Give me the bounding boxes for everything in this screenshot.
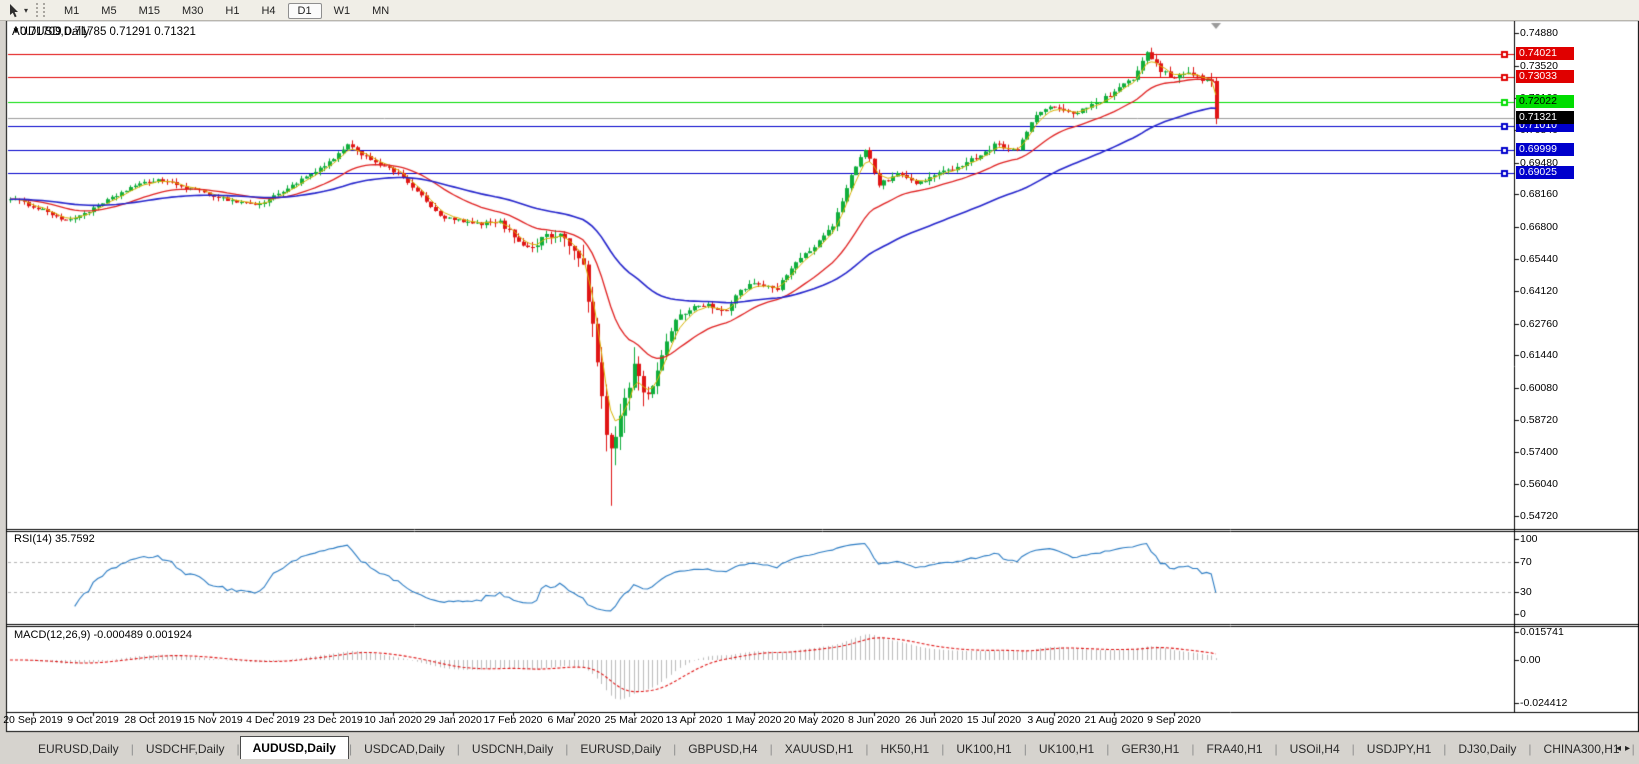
timeframe-button-m1[interactable]: M1 xyxy=(54,3,89,19)
chart-tab-uk100-h1[interactable]: UK100,H1 xyxy=(944,739,1023,759)
chart-tabs: EURUSD,Daily | USDCHF,Daily | AUDUSD,Daily | U… xyxy=(26,736,1639,759)
chart-tab-ger30-h1[interactable]: GER30,H1 xyxy=(1109,739,1191,759)
toolbar-grip-handle[interactable] xyxy=(36,3,46,17)
timeframe-button-m30[interactable]: M30 xyxy=(172,3,213,19)
tab-scroll-arrows[interactable]: ◂▸ xyxy=(1616,743,1634,754)
tab-scroll-right-icon[interactable]: ▸ xyxy=(1625,743,1634,754)
chart-canvas[interactable] xyxy=(0,0,1639,764)
chart-tab-hk50-h1[interactable]: HK50,H1 xyxy=(869,739,942,759)
chart-tab-eurusd-daily[interactable]: EURUSD,Daily xyxy=(568,739,673,759)
chart-tab-audusd-daily[interactable]: AUDUSD,Daily xyxy=(239,736,349,759)
timeframe-button-h1[interactable]: H1 xyxy=(215,3,249,19)
chart-tab-usoil-h1[interactable]: USOil,H1 xyxy=(1635,739,1639,759)
chart-tab-uk100-h1[interactable]: UK100,H1 xyxy=(1027,739,1106,759)
timeframe-button-m5[interactable]: M5 xyxy=(91,3,126,19)
chart-tab-gbpusd-h4[interactable]: GBPUSD,H4 xyxy=(676,739,769,759)
chart-tab-eurusd-daily[interactable]: EURUSD,Daily xyxy=(26,739,131,759)
chart-tab-usdcad-daily[interactable]: USDCAD,Daily xyxy=(352,739,457,759)
timeframe-button-w1[interactable]: W1 xyxy=(324,3,361,19)
tab-scroll-left-icon[interactable]: ◂ xyxy=(1616,743,1625,754)
timeframe-toolbar: ▾ M1 M5 M15 M30 H1 H4 D1 W1 MN xyxy=(0,0,1639,21)
chart-tab-xauusd-h1[interactable]: XAUUSD,H1 xyxy=(773,739,866,759)
cursor-tool-icon[interactable] xyxy=(4,2,24,18)
dropdown-arrow-icon[interactable]: ▾ xyxy=(24,6,28,15)
chart-tab-usdcnh-daily[interactable]: USDCNH,Daily xyxy=(460,739,565,759)
timeframe-buttons: M1 M5 M15 M30 H1 H4 D1 W1 MN xyxy=(53,1,400,19)
timeframe-button-mn[interactable]: MN xyxy=(362,3,399,19)
chart-tab-fra40-h1[interactable]: FRA40,H1 xyxy=(1194,739,1274,759)
chart-tab-bar: EURUSD,Daily | USDCHF,Daily | AUDUSD,Daily | U… xyxy=(0,733,1639,759)
timeframe-button-h4[interactable]: H4 xyxy=(251,3,285,19)
chart-tab-usdjpy-h1[interactable]: USDJPY,H1 xyxy=(1355,739,1443,759)
timeframe-button-m15[interactable]: M15 xyxy=(129,3,170,19)
trading-app-window: ▾ M1 M5 M15 M30 H1 H4 D1 W1 MN ▼ AUDUSD,Daily 0.… xyxy=(0,0,1639,764)
chart-tab-usdchf-daily[interactable]: USDCHF,Daily xyxy=(134,739,237,759)
chart-tab-usoil-h4[interactable]: USOil,H4 xyxy=(1278,739,1352,759)
chart-tab-dj30-daily[interactable]: DJ30,Daily xyxy=(1446,739,1528,759)
timeframe-button-d1[interactable]: D1 xyxy=(287,3,322,19)
